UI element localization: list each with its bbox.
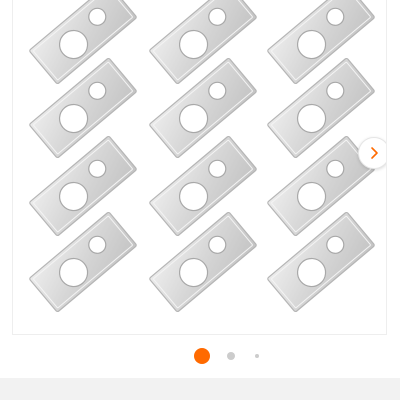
- metal-plate: [28, 57, 138, 159]
- metal-plate: [28, 211, 138, 313]
- carousel-dot[interactable]: [227, 352, 235, 360]
- metal-plate: [148, 135, 258, 237]
- metal-plate: [148, 57, 258, 159]
- metal-plate: [266, 211, 376, 313]
- chevron-right-icon: [371, 147, 378, 159]
- carousel-pagination: [0, 346, 400, 366]
- bottom-bar: [0, 378, 400, 400]
- metal-plate: [266, 57, 376, 159]
- metal-plate: [28, 135, 138, 237]
- carousel-dot-active[interactable]: [194, 348, 210, 364]
- next-image-button[interactable]: [358, 137, 386, 169]
- carousel-dot[interactable]: [255, 354, 259, 358]
- product-image-frame[interactable]: [12, 0, 387, 335]
- product-photo: [28, 0, 376, 313]
- product-gallery-page: [0, 0, 400, 400]
- metal-plate: [148, 211, 258, 313]
